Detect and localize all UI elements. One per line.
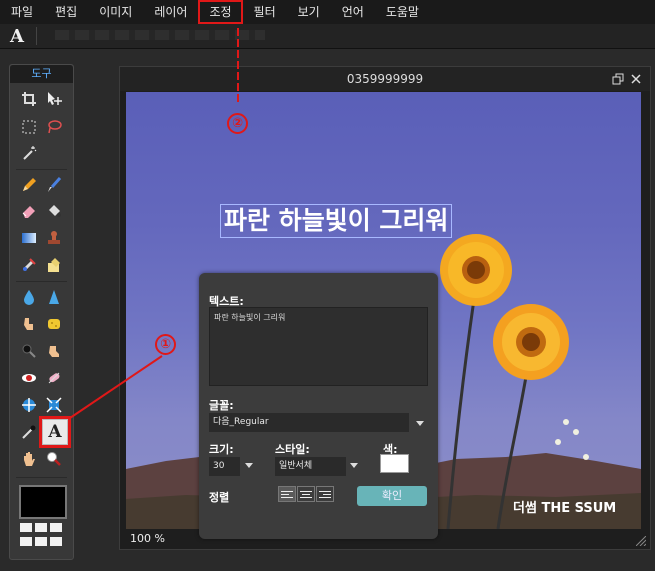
text-tool-dialog: 텍스트: 파란 하늘빛이 그리워 글꼴: 다음_Regular 크기: 30 스… bbox=[199, 273, 438, 539]
menu-language[interactable]: 언어 bbox=[331, 0, 375, 24]
menu-filter[interactable]: 필터 bbox=[243, 0, 287, 24]
menu-file[interactable]: 파일 bbox=[0, 0, 44, 24]
align-left-icon[interactable] bbox=[278, 486, 296, 502]
layout-grid-icon[interactable] bbox=[20, 523, 32, 532]
layout-grid-icon[interactable] bbox=[35, 523, 47, 532]
toolbox-divider bbox=[16, 477, 67, 478]
drawing-icon[interactable] bbox=[43, 254, 65, 276]
font-select[interactable]: 다음_Regular bbox=[209, 413, 409, 432]
style-select[interactable]: 일반서체 bbox=[275, 457, 346, 476]
marquee-icon[interactable] bbox=[18, 116, 40, 138]
align-right-icon[interactable] bbox=[316, 486, 334, 502]
hand-icon[interactable] bbox=[18, 448, 40, 470]
menu-edit[interactable]: 편집 bbox=[44, 0, 88, 24]
size-select[interactable]: 30 bbox=[209, 457, 240, 476]
stamp-icon[interactable] bbox=[43, 227, 65, 249]
pinch-icon[interactable] bbox=[43, 394, 65, 416]
resize-grip-icon[interactable] bbox=[636, 536, 646, 546]
layout-grid-icon[interactable] bbox=[50, 523, 62, 532]
toolbox-divider bbox=[16, 281, 67, 282]
close-icon[interactable] bbox=[630, 73, 642, 85]
confirm-button[interactable]: 확인 bbox=[357, 486, 427, 506]
chevron-down-icon[interactable] bbox=[416, 421, 424, 426]
blur-icon[interactable] bbox=[18, 286, 40, 308]
options-divider bbox=[36, 27, 37, 45]
align-center-icon[interactable] bbox=[297, 486, 315, 502]
menu-layer[interactable]: 레이어 bbox=[143, 0, 198, 24]
chevron-down-icon[interactable] bbox=[245, 463, 253, 468]
foreground-color-swatch[interactable] bbox=[19, 485, 67, 519]
spot-heal-icon[interactable] bbox=[43, 367, 65, 389]
color-picker-icon[interactable] bbox=[18, 421, 40, 443]
font-label: 글꼴: bbox=[209, 399, 234, 412]
text-tool-highlight bbox=[39, 416, 71, 448]
toolbox-title: 도구 bbox=[10, 65, 73, 83]
document-title: 0359999999 bbox=[346, 72, 424, 86]
menu-image[interactable]: 이미지 bbox=[88, 0, 143, 24]
layout-grid-icon[interactable] bbox=[35, 537, 47, 546]
text-color-swatch[interactable] bbox=[380, 454, 409, 473]
bloat-icon[interactable] bbox=[18, 394, 40, 416]
tool-options-bar: A bbox=[0, 24, 655, 49]
document-title-bar: 0359999999 bbox=[120, 67, 650, 91]
burn-icon[interactable] bbox=[43, 340, 65, 362]
align-label: 정렬 bbox=[209, 491, 230, 504]
smudge-icon[interactable] bbox=[18, 313, 40, 335]
sponge-icon[interactable] bbox=[43, 313, 65, 335]
restore-icon[interactable] bbox=[612, 73, 624, 85]
crop-icon[interactable] bbox=[18, 88, 40, 110]
alignment-buttons bbox=[278, 486, 336, 504]
text-layer-preview[interactable]: 파란 하늘빛이 그리워 bbox=[220, 204, 453, 238]
watermark-text: 더썸 THE SSUM bbox=[513, 501, 617, 516]
brush-icon[interactable] bbox=[43, 174, 65, 196]
sharpen-icon[interactable] bbox=[43, 286, 65, 308]
text-tool-indicator-icon: A bbox=[10, 26, 24, 47]
red-eye-icon[interactable] bbox=[18, 367, 40, 389]
style-label: 스타일: bbox=[275, 443, 310, 456]
gradient-icon[interactable] bbox=[18, 227, 40, 249]
menu-view[interactable]: 보기 bbox=[287, 0, 331, 24]
color-replace-icon[interactable] bbox=[18, 254, 40, 276]
eraser-icon[interactable] bbox=[18, 200, 40, 222]
move-icon[interactable] bbox=[43, 88, 65, 110]
layout-grid-icon[interactable] bbox=[50, 537, 62, 546]
annotation-marker-2: ② bbox=[227, 113, 248, 134]
chevron-down-icon[interactable] bbox=[350, 463, 358, 468]
menu-help[interactable]: 도움말 bbox=[375, 0, 430, 24]
dodge-icon[interactable] bbox=[18, 340, 40, 362]
layout-grid-icon[interactable] bbox=[20, 537, 32, 546]
menu-adjust[interactable]: 조정 bbox=[198, 0, 243, 24]
flower-photo bbox=[440, 234, 589, 529]
disabled-options bbox=[55, 30, 265, 40]
magic-wand-icon[interactable] bbox=[18, 142, 40, 164]
pencil-icon[interactable] bbox=[18, 174, 40, 196]
annotation-marker-1: ① bbox=[155, 334, 176, 355]
zoom-icon[interactable] bbox=[43, 448, 65, 470]
text-input[interactable]: 파란 하늘빛이 그리워 bbox=[209, 307, 428, 386]
toolbox-divider bbox=[16, 169, 67, 170]
size-label: 크기: bbox=[209, 443, 234, 456]
menu-bar: 파일 편집 이미지 레이어 조정 필터 보기 언어 도움말 bbox=[0, 0, 655, 24]
zoom-level[interactable]: 100 % bbox=[130, 532, 165, 545]
lasso-icon[interactable] bbox=[43, 116, 65, 138]
bucket-icon[interactable] bbox=[43, 200, 65, 222]
toolbox-panel: 도구 A bbox=[9, 64, 74, 560]
